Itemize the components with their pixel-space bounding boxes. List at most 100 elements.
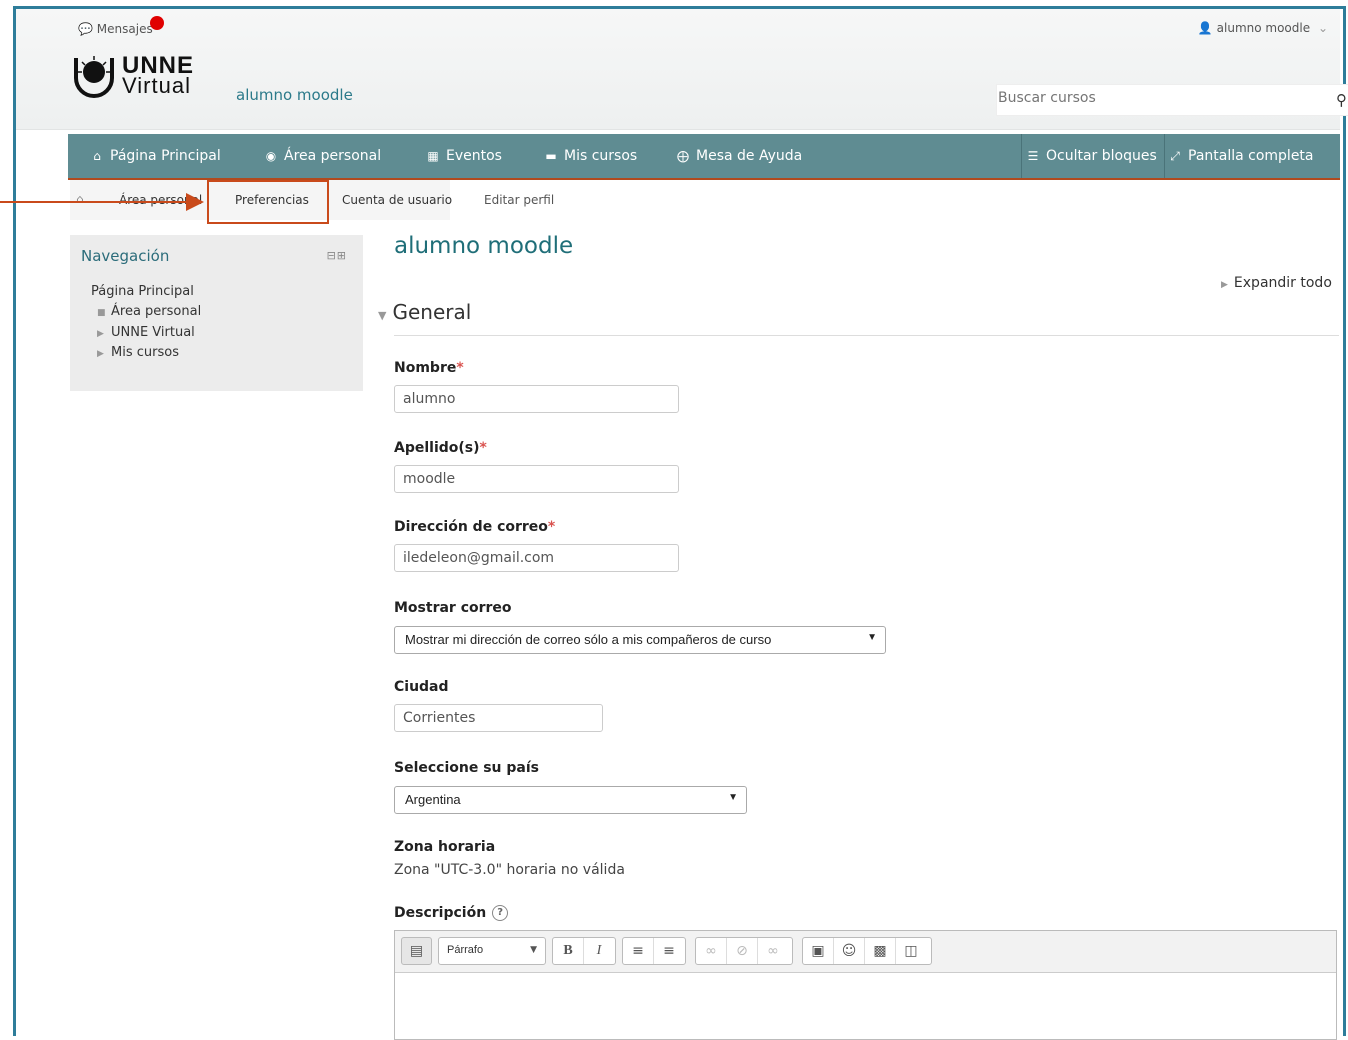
file-manager-icon[interactable]: ◫ — [896, 938, 926, 964]
city-label: Ciudad — [394, 679, 449, 695]
timezone-label: Zona horaria — [394, 839, 496, 855]
show-email-label: Mostrar correo — [394, 600, 512, 616]
navbar-divider — [1021, 134, 1022, 178]
navigation-block: Navegación ⊟⊞ Página Principal ■ Área per… — [70, 235, 363, 391]
section-divider — [394, 335, 1339, 336]
nombre-field[interactable]: alumno — [394, 385, 679, 413]
hide-blocks-button[interactable]: ☰ Ocultar bloques — [1026, 148, 1157, 164]
home-icon: ⌂ — [93, 149, 101, 163]
bullet-icon: ■ — [97, 308, 106, 318]
apellido-label: Apellido(s)* — [394, 440, 487, 456]
dropdown-arrow-icon: ▼ — [728, 792, 738, 803]
user-menu[interactable]: 👤 alumno moodle ⌄ — [1198, 21, 1328, 35]
bold-icon[interactable]: B — [553, 938, 584, 964]
sidebar-item-label: UNNE Virtual — [111, 325, 195, 340]
chevron-down-icon: ⌄ — [1317, 21, 1328, 35]
dock-icon[interactable]: ⊞ — [337, 249, 347, 262]
toolbar-toggle-button[interactable]: ▤ — [401, 937, 432, 965]
sidebar-item-unne-virtual[interactable]: ▶ UNNE Virtual — [97, 325, 195, 340]
section-general-toggle[interactable]: ▼ General — [378, 300, 471, 324]
home-icon[interactable]: ⌂ — [76, 192, 84, 206]
page-title: alumno moodle — [394, 233, 574, 259]
expand-all-link[interactable]: ▶ Expandir todo — [1221, 275, 1332, 291]
nav-item-label: Página Principal — [110, 148, 221, 164]
link-icon[interactable]: ∞ — [696, 938, 727, 964]
link-group: ∞ ⊘ ∞ — [695, 937, 793, 965]
toolbar-toggle-icon: ▤ — [409, 943, 424, 959]
nav-item-label: Mis cursos — [564, 148, 638, 164]
collapse-icon[interactable]: ⊟ — [327, 249, 337, 262]
messages-link[interactable]: 💬 Mensajes — [78, 16, 164, 36]
timezone-value: Zona "UTC-3.0" horaria no válida — [394, 862, 625, 878]
country-select[interactable]: Argentina ▼ — [394, 786, 747, 814]
italic-icon[interactable]: I — [584, 938, 614, 964]
paragraph-format-value: Párrafo — [447, 944, 484, 956]
show-email-value: Mostrar mi dirección de correo sólo a mi… — [405, 632, 772, 647]
section-title: General — [392, 300, 472, 324]
nombre-label: Nombre* — [394, 360, 464, 376]
fullscreen-button[interactable]: ⤢ Pantalla completa — [1168, 148, 1314, 164]
expand-arrow-icon: ▶ — [97, 349, 104, 359]
media-icon[interactable]: ▩ — [865, 938, 896, 964]
bullet-list-icon[interactable]: ≡ — [623, 938, 654, 964]
sidebar-item-mis-cursos[interactable]: ▶ Mis cursos — [97, 345, 179, 360]
calendar-icon: ▦ — [427, 149, 439, 163]
dropdown-arrow-icon: ▼ — [867, 632, 877, 643]
block-controls[interactable]: ⊟⊞ — [327, 249, 347, 262]
expand-icon: ⤢ — [1170, 149, 1180, 163]
nav-item-label: Eventos — [446, 148, 502, 164]
main-navbar: ⌂ Página Principal ◉ Área personal ▦ Evento… — [68, 134, 1340, 180]
annotation-arrow-head — [186, 193, 204, 211]
briefcase-icon: ▬ — [545, 149, 557, 163]
nav-item-label: Área personal — [284, 148, 382, 164]
email-field[interactable]: iledeleon@gmail.com — [394, 544, 679, 572]
search-icon[interactable]: ⚲ — [1336, 91, 1347, 109]
image-icon[interactable]: ▣ — [803, 938, 834, 964]
country-value: Argentina — [405, 792, 461, 807]
navigation-block-title: Navegación — [81, 247, 170, 265]
help-icon[interactable]: ? — [492, 905, 509, 921]
nav-item-home[interactable]: ⌂ Página Principal — [90, 148, 221, 164]
show-email-select[interactable]: Mostrar mi dirección de correo sólo a mi… — [394, 626, 886, 654]
search-input[interactable] — [998, 85, 1298, 111]
paragraph-format-select[interactable]: Párrafo ▼ — [438, 937, 546, 965]
dashboard-icon: ◉ — [265, 149, 277, 163]
nav-item-dashboard[interactable]: ◉ Área personal — [264, 148, 381, 164]
dropdown-arrow-icon: ▼ — [530, 945, 537, 955]
lifebuoy-icon: ⨁ — [677, 149, 689, 163]
nav-item-events[interactable]: ▦ Eventos — [426, 148, 502, 164]
logo-text-virtual: Virtual — [122, 73, 191, 98]
sidebar-item-area-personal[interactable]: ■ Área personal — [97, 304, 201, 319]
notification-badge — [150, 16, 164, 30]
emoticon-icon[interactable]: ☺ — [834, 938, 865, 964]
country-label: Seleccione su país — [394, 760, 539, 776]
list-group: ≡ ≡ — [622, 937, 686, 965]
nav-item-my-courses[interactable]: ▬ Mis cursos — [544, 148, 637, 164]
annotation-highlight-box — [207, 180, 329, 224]
sidebar-item-home[interactable]: Página Principal — [91, 284, 194, 299]
breadcrumb-item-cuenta[interactable]: Cuenta de usuario — [342, 193, 452, 207]
unne-logo-icon — [74, 56, 114, 98]
anchor-icon[interactable]: ∞ — [758, 938, 788, 964]
breadcrumb-item-current: Editar perfil — [484, 193, 555, 207]
search-box: ⚲ — [996, 84, 1348, 116]
navbar-divider — [1164, 134, 1165, 178]
collapse-arrow-icon: ▼ — [378, 309, 387, 322]
unlink-icon[interactable]: ⊘ — [727, 938, 758, 964]
editor-content-area[interactable] — [395, 973, 1336, 1039]
fullscreen-label: Pantalla completa — [1188, 148, 1314, 164]
site-logo[interactable]: UNNE Virtual — [74, 52, 224, 112]
messages-label: Mensajes — [96, 22, 153, 36]
editor-toolbar: ▤ Párrafo ▼ BI ≡ ≡ ∞ ⊘ ∞ ▣ ☺ ▩ ◫ — [395, 931, 1336, 973]
hide-blocks-label: Ocultar bloques — [1046, 148, 1157, 164]
nav-item-help-desk[interactable]: ⨁ Mesa de Ayuda — [676, 148, 802, 164]
sidebar-item-label: Área personal — [111, 304, 202, 319]
text-style-group: BI — [552, 937, 616, 965]
numbered-list-icon[interactable]: ≡ — [654, 938, 684, 964]
site-user-name: alumno moodle — [236, 86, 353, 104]
indent-icon: ☰ — [1027, 149, 1039, 163]
nav-item-label: Mesa de Ayuda — [696, 148, 803, 164]
city-field[interactable]: Corrientes — [394, 704, 603, 732]
description-label: Descripción? — [394, 905, 509, 921]
apellido-field[interactable]: moodle — [394, 465, 679, 493]
